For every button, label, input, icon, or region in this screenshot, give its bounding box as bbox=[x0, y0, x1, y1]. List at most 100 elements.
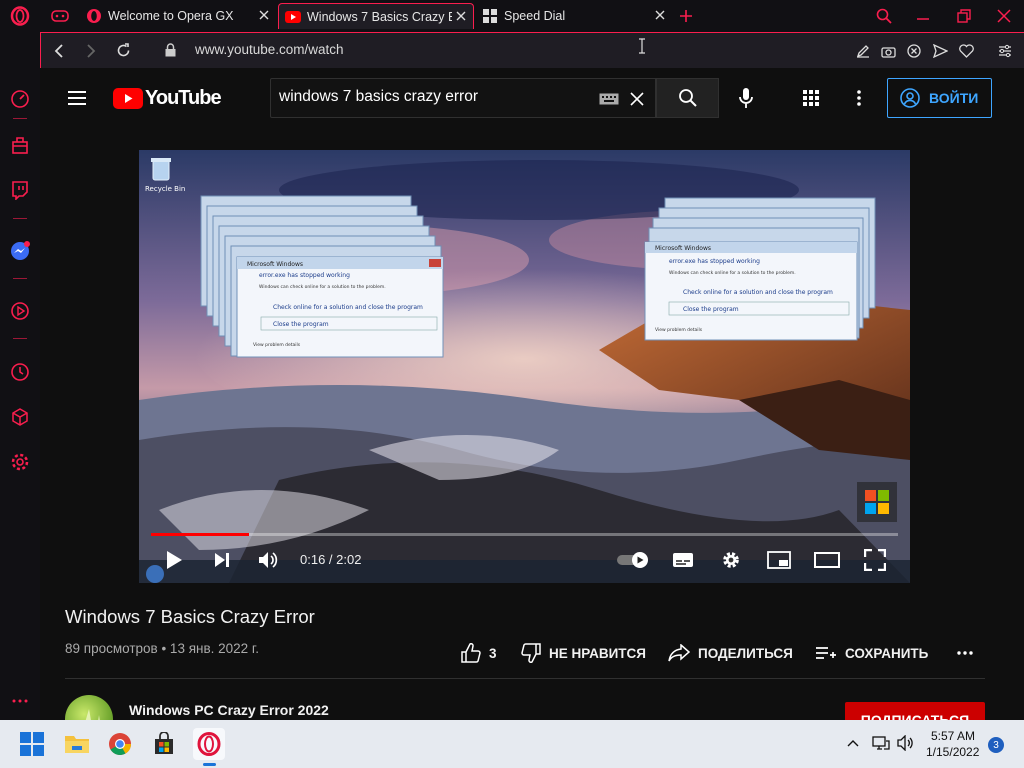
gx-controller-icon[interactable] bbox=[50, 7, 70, 25]
player-icon[interactable] bbox=[9, 300, 31, 322]
share-button[interactable]: ПОДЕЛИТЬСЯ bbox=[668, 641, 793, 665]
next-icon[interactable] bbox=[209, 547, 235, 573]
minimize-icon[interactable] bbox=[915, 8, 931, 24]
youtube-logo-icon[interactable] bbox=[113, 87, 143, 109]
url-text[interactable]: www.youtube.com/watch bbox=[195, 42, 344, 57]
thumbs-up-icon bbox=[461, 643, 481, 663]
close-tab-icon[interactable] bbox=[455, 10, 467, 22]
search-box bbox=[270, 78, 656, 118]
progress-bar[interactable] bbox=[151, 533, 898, 536]
video-player[interactable]: Recycle Bin Microsoft Windows error.exe … bbox=[139, 150, 910, 583]
svg-text:Check online for a solution an: Check online for a solution and close th… bbox=[273, 304, 423, 311]
fullscreen-icon[interactable] bbox=[862, 547, 888, 573]
opera-sidebar bbox=[0, 32, 40, 720]
subscribe-button[interactable]: ПОДПИСАТЬСЯ bbox=[845, 702, 985, 720]
youtube-logo-text[interactable]: YouTube bbox=[145, 87, 222, 110]
text-cursor-icon bbox=[637, 37, 647, 55]
close-tab-icon[interactable] bbox=[654, 9, 666, 21]
ad-block-icon[interactable] bbox=[906, 43, 922, 59]
save-button[interactable]: СОХРАНИТЬ bbox=[815, 641, 928, 665]
new-tab-icon[interactable] bbox=[678, 8, 694, 24]
tab-youtube[interactable]: Windows 7 Basics Crazy Error bbox=[278, 3, 474, 29]
more-vertical-icon[interactable] bbox=[849, 88, 869, 108]
reload-icon[interactable] bbox=[115, 42, 131, 58]
microphone-icon[interactable] bbox=[736, 86, 756, 110]
error-dialog-stack-right: Microsoft Windows error.exe has stopped … bbox=[644, 197, 876, 341]
search-tabs-icon[interactable] bbox=[875, 7, 893, 25]
subtitles-icon[interactable] bbox=[670, 547, 696, 573]
theater-mode-icon[interactable] bbox=[814, 547, 840, 573]
svg-text:View problem details: View problem details bbox=[655, 327, 703, 333]
volume-icon[interactable] bbox=[256, 547, 282, 573]
restore-icon[interactable] bbox=[956, 8, 972, 24]
tab-welcome[interactable]: Welcome to Opera GX bbox=[80, 3, 276, 29]
play-icon[interactable] bbox=[161, 547, 187, 573]
heart-icon[interactable] bbox=[958, 43, 974, 59]
share-icon bbox=[668, 644, 690, 662]
divider bbox=[65, 678, 985, 679]
opera-gx-taskbar-icon[interactable] bbox=[193, 728, 225, 760]
apps-grid-icon[interactable] bbox=[801, 88, 821, 108]
svg-text:error.exe has stopped working: error.exe has stopped working bbox=[259, 272, 350, 279]
clear-search-icon[interactable] bbox=[629, 91, 645, 107]
channel-watermark-icon bbox=[857, 482, 897, 522]
tray-chevron-up-icon[interactable] bbox=[846, 736, 860, 750]
forward-icon[interactable] bbox=[83, 43, 99, 59]
dislike-button[interactable]: НЕ НРАВИТСЯ bbox=[521, 641, 646, 665]
miniplayer-icon[interactable] bbox=[766, 547, 792, 573]
easy-setup-icon[interactable] bbox=[997, 43, 1013, 59]
recycle-bin-icon bbox=[151, 158, 171, 181]
youtube-icon bbox=[285, 9, 301, 25]
chrome-icon[interactable] bbox=[104, 728, 136, 760]
messenger-icon[interactable] bbox=[9, 240, 31, 262]
twitch-icon[interactable] bbox=[9, 179, 31, 201]
autoplay-toggle-icon[interactable] bbox=[615, 547, 651, 573]
camera-icon[interactable] bbox=[880, 43, 896, 59]
hamburger-menu-icon[interactable] bbox=[67, 88, 87, 108]
search-button[interactable] bbox=[656, 78, 719, 118]
channel-avatar[interactable] bbox=[65, 695, 113, 720]
more-icon[interactable] bbox=[9, 690, 31, 712]
svg-text:Check online for a solution an: Check online for a solution and close th… bbox=[683, 289, 833, 296]
thumbs-down-icon bbox=[521, 643, 541, 663]
channel-name[interactable]: Windows PC Crazy Error 2022 bbox=[129, 702, 329, 718]
lock-icon[interactable] bbox=[163, 42, 177, 58]
easy-setup-edit-icon[interactable] bbox=[855, 43, 871, 59]
clock-date[interactable]: 1/15/2022 bbox=[926, 745, 979, 759]
close-tab-icon[interactable] bbox=[258, 9, 270, 21]
save-label: СОХРАНИТЬ bbox=[845, 645, 929, 661]
network-icon[interactable] bbox=[872, 735, 890, 751]
signin-button[interactable]: ВОЙТИ bbox=[887, 78, 992, 118]
progress-played bbox=[151, 533, 249, 536]
like-button[interactable]: 3 bbox=[461, 641, 497, 665]
search-input[interactable] bbox=[279, 88, 579, 106]
svg-text:Close the program: Close the program bbox=[683, 306, 739, 313]
send-icon[interactable] bbox=[932, 43, 948, 59]
tab-speed-dial[interactable]: Speed Dial bbox=[476, 3, 672, 29]
volume-tray-icon[interactable] bbox=[897, 735, 915, 751]
settings-icon[interactable] bbox=[718, 547, 744, 573]
search-icon bbox=[678, 89, 697, 107]
microsoft-store-icon[interactable] bbox=[148, 728, 180, 760]
tab-title: Windows 7 Basics Crazy Error bbox=[307, 9, 452, 24]
more-actions-icon[interactable] bbox=[955, 645, 975, 661]
opera-gx-menu-icon[interactable] bbox=[10, 6, 30, 26]
clock-time[interactable]: 5:57 AM bbox=[931, 729, 975, 743]
history-icon[interactable] bbox=[9, 361, 31, 383]
svg-text:View problem details: View problem details bbox=[253, 342, 301, 348]
windows-start-icon[interactable] bbox=[16, 728, 48, 760]
file-explorer-icon[interactable] bbox=[61, 728, 93, 760]
settings-gear-icon[interactable] bbox=[9, 451, 31, 473]
notification-badge[interactable]: 3 bbox=[988, 737, 1004, 753]
close-window-icon[interactable] bbox=[996, 8, 1012, 24]
gx-control-icon[interactable] bbox=[9, 88, 31, 110]
gx-corner-icon[interactable] bbox=[9, 134, 31, 156]
speed-dial-icon bbox=[482, 8, 498, 24]
sidebar-divider bbox=[13, 118, 27, 119]
back-icon[interactable] bbox=[51, 43, 67, 59]
keyboard-icon[interactable] bbox=[598, 92, 620, 106]
svg-text:error.exe has stopped working: error.exe has stopped working bbox=[669, 258, 760, 265]
svg-text:Windows can check online for a: Windows can check online for a solution … bbox=[259, 284, 386, 290]
share-label: ПОДЕЛИТЬСЯ bbox=[698, 645, 793, 661]
extensions-cube-icon[interactable] bbox=[9, 406, 31, 428]
